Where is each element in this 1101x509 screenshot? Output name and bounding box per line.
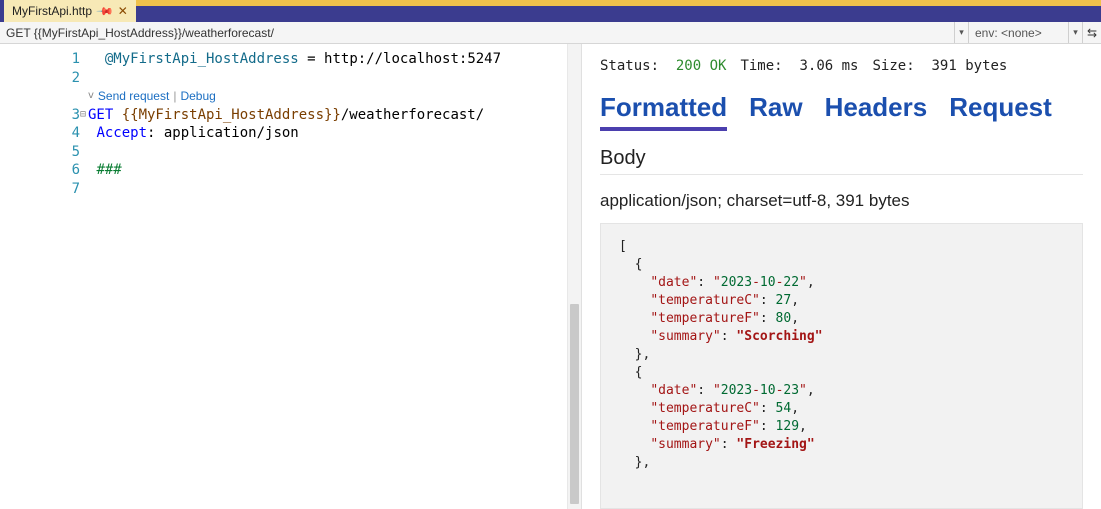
line-number: 6 (0, 161, 80, 180)
code-line: ### (88, 161, 567, 180)
line-number: 5 (0, 143, 80, 162)
tab-headers[interactable]: Headers (825, 92, 928, 131)
send-request-link[interactable]: Send request (98, 87, 169, 106)
equals: = (299, 51, 324, 67)
tabstrip-accent (136, 0, 1101, 6)
header-name: Accept (96, 125, 147, 141)
code-line: ⊟GET {{MyFirstApi_HostAddress}}/weatherf… (88, 106, 567, 125)
address-bar: GET {{MyFirstApi_HostAddress}}/weatherfo… (0, 22, 1101, 44)
tab-raw[interactable]: Raw (749, 92, 802, 131)
status-line: Status: 200 OK Time: 3.06 ms Size: 391 byt… (600, 58, 1083, 74)
pin-icon[interactable]: 📌 (95, 2, 114, 21)
code-line: Accept: application/json (88, 124, 567, 143)
size-value: 391 bytes (932, 58, 1008, 74)
codelens-separator: | (173, 87, 176, 106)
request-path-dropdown[interactable]: GET {{MyFirstApi_HostAddress}}/weatherfo… (0, 22, 955, 43)
env-chevron-down-icon[interactable]: ▾ (1069, 22, 1083, 43)
status-value: 200 OK (676, 58, 727, 74)
path-suffix: /weatherforecast/ (341, 107, 484, 123)
code-line (88, 69, 567, 88)
codelens-spacer (0, 87, 80, 106)
fold-icon[interactable]: ⊟ (78, 106, 88, 125)
body-heading: Body (600, 147, 1083, 175)
file-tab[interactable]: MyFirstApi.http 📌 ✕ (4, 0, 136, 22)
line-number: 2 (0, 69, 80, 88)
time-value: 3.06 ms (799, 58, 858, 74)
variable-name: @MyFirstApi_HostAddress (105, 51, 299, 67)
response-panel: Status: 200 OK Time: 3.06 ms Size: 391 byt… (582, 44, 1101, 509)
code-line (88, 143, 567, 162)
header-value: application/json (164, 125, 299, 141)
line-gutter: 1 2 3 4 5 6 7 (0, 44, 88, 509)
codelens: ⅴ Send request|Debug (88, 87, 567, 106)
time-label: Time: (740, 58, 782, 74)
content-type-line: application/json; charset=utf-8, 391 byt… (600, 191, 1083, 211)
header-sep: : (147, 125, 164, 141)
environment-dropdown[interactable]: env: <none> (969, 22, 1069, 43)
tab-title: MyFirstApi.http (12, 4, 92, 18)
host-variable: {{MyFirstApi_HostAddress}} (122, 107, 341, 123)
codelens-chevron-icon[interactable]: ⅴ (88, 87, 94, 106)
workspace: ▲ 1 2 3 4 5 6 7 @MyFirstApi_HostAddress … (0, 44, 1101, 509)
editor-scrollbar[interactable] (567, 44, 581, 509)
variable-value: http://localhost:5247 (324, 51, 501, 67)
code-editor[interactable]: ▲ 1 2 3 4 5 6 7 @MyFirstApi_HostAddress … (0, 44, 582, 509)
split-view-button[interactable]: ⇆ (1083, 22, 1101, 43)
debug-link[interactable]: Debug (180, 87, 215, 106)
request-divider: ### (96, 162, 121, 178)
tab-strip: MyFirstApi.http 📌 ✕ (0, 0, 1101, 22)
response-body[interactable]: [ { "date": "2023-10-22", "temperatureC"… (600, 223, 1083, 509)
code-line (88, 180, 567, 199)
code-line: @MyFirstApi_HostAddress = http://localho… (88, 50, 567, 69)
code-area[interactable]: @MyFirstApi_HostAddress = http://localho… (88, 44, 567, 509)
scrollbar-thumb[interactable] (570, 304, 579, 504)
line-number: 1 (0, 50, 80, 69)
status-label: Status: (600, 58, 659, 74)
tab-formatted[interactable]: Formatted (600, 92, 727, 131)
line-number: 4 (0, 124, 80, 143)
line-number: 3 (0, 106, 80, 125)
size-label: Size: (872, 58, 914, 74)
close-icon[interactable]: ✕ (118, 4, 128, 18)
response-tabs: Formatted Raw Headers Request (600, 92, 1083, 131)
path-chevron-down-icon[interactable]: ▾ (955, 22, 969, 43)
line-number: 7 (0, 180, 80, 199)
http-method: GET (88, 107, 122, 123)
tab-request[interactable]: Request (949, 92, 1052, 131)
